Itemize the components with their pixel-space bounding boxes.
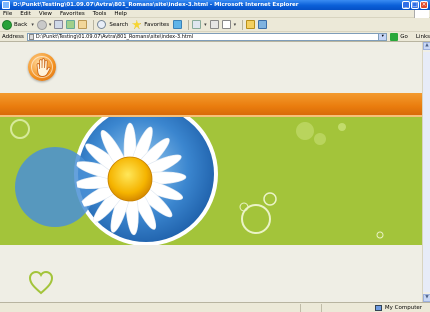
favorites-label: Favorites: [144, 21, 170, 28]
menu-help[interactable]: Help: [114, 11, 127, 17]
search-label: Search: [109, 21, 129, 28]
address-dropdown-icon[interactable]: ▾: [378, 33, 387, 40]
back-arrow-icon: [2, 19, 12, 30]
decor-dot: [314, 133, 326, 145]
scroll-thumb[interactable]: [423, 52, 430, 292]
page-icon: [28, 33, 34, 40]
header-orange-band: [0, 93, 422, 117]
decor-ring: [376, 231, 384, 239]
window-title-bar[interactable]: D:\Punkt\Testing\01.09.07\Avtra\801_Roma…: [0, 0, 430, 10]
decor-dot: [338, 123, 346, 131]
back-button[interactable]: Back: [2, 19, 28, 30]
menu-tools[interactable]: Tools: [93, 11, 107, 17]
address-label: Address: [2, 33, 24, 40]
go-label: Go: [400, 33, 408, 40]
print-icon[interactable]: [209, 20, 219, 29]
back-dropdown-icon[interactable]: ▾: [31, 22, 34, 28]
window-controls: _ □ ×: [401, 1, 428, 9]
page-footer-area: [0, 245, 422, 302]
hero-banner: [0, 117, 422, 245]
page-viewport[interactable]: [0, 42, 422, 302]
folder-icon[interactable]: [246, 20, 256, 29]
heart-icon: [28, 270, 54, 295]
go-button[interactable]: Go: [390, 32, 408, 41]
decor-ring: [263, 192, 277, 206]
mail-dropdown-icon[interactable]: ▾: [204, 22, 207, 28]
menu-file[interactable]: File: [3, 11, 12, 17]
address-url[interactable]: D:\Punkt\Testing\01.09.07\Avtra\801_Roma…: [36, 34, 378, 40]
forward-dropdown-icon[interactable]: ▾: [49, 22, 52, 28]
refresh-icon[interactable]: [66, 20, 76, 29]
windows-flag-icon: [414, 10, 429, 18]
menu-bar: File Edit View Favorites Tools Help: [0, 10, 430, 18]
back-label: Back: [14, 21, 28, 28]
ie-app-icon: [2, 1, 10, 9]
address-input[interactable]: D:\Punkt\Testing\01.09.07\Avtra\801_Roma…: [26, 32, 388, 41]
hand-icon: [36, 58, 51, 77]
maximize-button[interactable]: □: [411, 1, 419, 9]
minimize-button[interactable]: _: [402, 1, 410, 9]
links-button[interactable]: Links: [416, 34, 430, 40]
mail-icon[interactable]: [192, 20, 202, 29]
go-arrow-icon: [390, 32, 399, 41]
status-bar: My Computer: [0, 302, 430, 312]
scroll-down-icon[interactable]: ▼: [423, 294, 430, 302]
menu-view[interactable]: View: [39, 11, 52, 17]
search-icon: [97, 20, 107, 29]
messenger-icon[interactable]: [258, 20, 268, 29]
history-icon[interactable]: [173, 20, 183, 29]
menu-favorites[interactable]: Favorites: [60, 11, 85, 17]
decor-dot: [296, 122, 314, 140]
hand-logo-icon[interactable]: [28, 53, 56, 81]
home-icon[interactable]: [78, 20, 88, 29]
toolbar-separator: [93, 19, 95, 30]
toolbar-separator: [242, 19, 244, 30]
close-button[interactable]: ×: [420, 1, 428, 9]
edit-dropdown-icon[interactable]: ▾: [234, 22, 237, 28]
stop-icon[interactable]: [54, 20, 64, 29]
favorites-button[interactable]: Favorites: [132, 20, 169, 29]
computer-icon: [374, 304, 382, 311]
window-title: D:\Punkt\Testing\01.09.07\Avtra\801_Roma…: [13, 2, 299, 8]
search-button[interactable]: Search: [97, 20, 128, 29]
standard-toolbar: Back ▾ ▾ Search Favorites ▾ ▾: [0, 18, 430, 32]
decor-ring: [241, 204, 271, 234]
forward-button[interactable]: [36, 19, 47, 30]
toolbar-separator: [188, 19, 190, 30]
decor-ring: [10, 119, 30, 139]
address-bar: Address D:\Punkt\Testing\01.09.07\Avtra\…: [0, 32, 430, 42]
edit-icon[interactable]: [221, 20, 231, 29]
status-progress-area: [301, 303, 322, 312]
security-zone: My Computer: [374, 304, 430, 311]
daisy-illustration: [10, 117, 384, 245]
zone-label: My Computer: [384, 304, 422, 311]
menu-edit[interactable]: Edit: [20, 11, 31, 17]
favorites-star-icon: [132, 20, 142, 29]
status-text-area: [0, 303, 301, 312]
decor-ring: [239, 202, 249, 212]
vertical-scrollbar[interactable]: ▲ ▼: [422, 42, 430, 302]
scroll-up-icon[interactable]: ▲: [423, 42, 430, 50]
